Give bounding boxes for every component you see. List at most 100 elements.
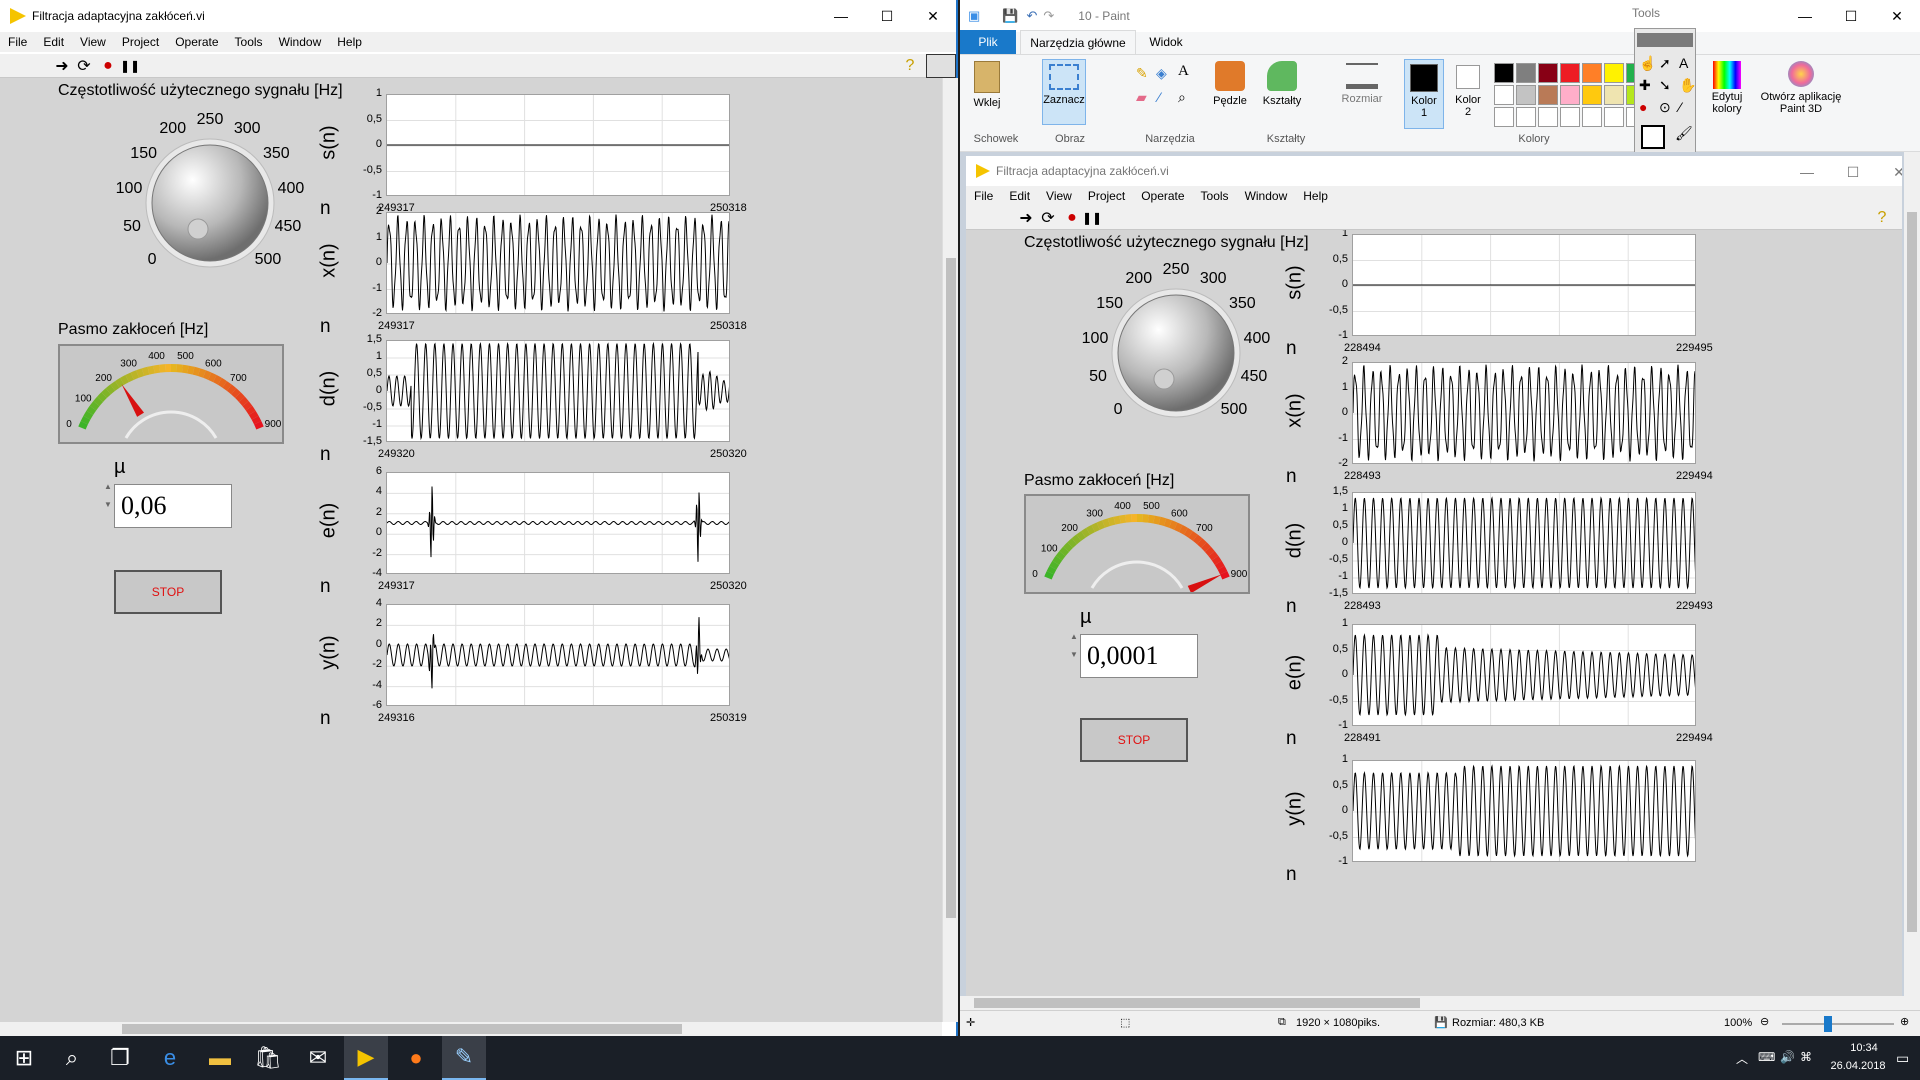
paste-button[interactable]: Wklej xyxy=(970,61,1004,121)
menu-window[interactable]: Window xyxy=(271,35,330,49)
breakpoint-icon[interactable]: ● xyxy=(1639,99,1647,115)
set-color-icon[interactable] xyxy=(1641,125,1665,149)
menu-help[interactable]: Help xyxy=(329,35,370,49)
scroll-hand-icon[interactable]: ✋ xyxy=(1679,77,1696,94)
run-continuously-icon[interactable]: ⟳ xyxy=(74,56,94,76)
mu-input[interactable]: 0,06 xyxy=(114,484,232,528)
palette-swatch[interactable] xyxy=(1494,63,1514,83)
stop-button[interactable]: STOP xyxy=(114,570,222,614)
paint-close-button[interactable]: ✕ xyxy=(1874,0,1920,32)
color-picker-icon[interactable]: ⁄ xyxy=(1158,89,1160,105)
palette-swatch[interactable] xyxy=(1494,85,1514,105)
firefox-icon[interactable]: ● xyxy=(394,1036,438,1080)
search-icon[interactable]: ⌕ xyxy=(50,1036,94,1080)
palette-swatch[interactable] xyxy=(1604,107,1624,127)
minimize-button[interactable]: — xyxy=(818,0,864,32)
paint3d-button[interactable]: Otwórz aplikację Paint 3D xyxy=(1756,59,1846,129)
shapes-button[interactable]: Kształty xyxy=(1260,59,1304,125)
canvas-horizontal-scrollbar[interactable] xyxy=(960,996,1904,1010)
palette-swatch[interactable] xyxy=(1582,107,1602,127)
zoom-slider[interactable] xyxy=(1782,1016,1894,1032)
clock-time[interactable]: 10:34 xyxy=(1834,1042,1894,1054)
network-icon[interactable]: ⌨ xyxy=(1758,1050,1775,1064)
palette-swatch[interactable] xyxy=(1560,107,1580,127)
palette-swatch[interactable] xyxy=(1538,63,1558,83)
shortcut-tool-icon[interactable]: ➘ xyxy=(1659,77,1671,94)
paint-minimize-button[interactable]: — xyxy=(1782,0,1828,32)
palette-swatch[interactable] xyxy=(1604,85,1624,105)
palette-swatch[interactable] xyxy=(1516,107,1536,127)
arrow-tool-icon[interactable]: ➚ xyxy=(1659,55,1671,72)
knob-graphic[interactable] xyxy=(110,108,310,298)
language-icon[interactable]: ⌘ xyxy=(1800,1050,1812,1064)
color1-button[interactable]: Kolor 1 xyxy=(1404,59,1444,129)
color2-button[interactable]: Kolor 2 xyxy=(1448,59,1488,129)
left-horizontal-scrollbar[interactable] xyxy=(0,1022,942,1036)
brush-tool-icon[interactable]: 🖌 xyxy=(1675,125,1693,142)
tray-chevron-icon[interactable]: ︿ xyxy=(1736,1050,1748,1067)
freq-knob[interactable]: 0 50 100 150 200 250 300 350 400 450 500 xyxy=(110,108,310,298)
tab-narzedzia-glowne[interactable]: Narzędzia główne xyxy=(1020,30,1136,54)
brushes-button[interactable]: Pędzle xyxy=(1208,59,1252,125)
canvas-vertical-scrollbar[interactable] xyxy=(1904,152,1920,1010)
palette-swatch[interactable] xyxy=(1560,63,1580,83)
notifications-icon[interactable]: ▭ xyxy=(1896,1050,1909,1067)
labview-taskbar-icon[interactable]: ▶ xyxy=(344,1036,388,1080)
fill-icon[interactable]: ◈ xyxy=(1156,65,1167,82)
edit-colors-button[interactable]: Edytuj kolory xyxy=(1706,59,1748,129)
wire-tool-icon[interactable]: ✚ xyxy=(1639,77,1651,94)
maximize-button[interactable]: ☐ xyxy=(864,0,910,32)
get-color-icon[interactable]: ⁄ xyxy=(1679,99,1681,115)
palette-swatch[interactable] xyxy=(1516,85,1536,105)
save-icon[interactable]: 💾 xyxy=(1002,8,1018,24)
paint-canvas[interactable]: Filtracja adaptacyjna zakłóceń.vi — ☐ ✕ … xyxy=(966,156,1902,996)
text-icon[interactable]: A xyxy=(1178,63,1189,80)
left-titlebar[interactable]: Filtracja adaptacyjna zakłóceń.vi — ☐ ✕ xyxy=(0,0,956,32)
select-button[interactable]: Zaznacz xyxy=(1042,59,1086,125)
clock-date[interactable]: 26.04.2018 xyxy=(1818,1060,1898,1072)
text-tool-icon[interactable]: A xyxy=(1679,55,1688,71)
context-help-icon[interactable]: ? xyxy=(900,56,920,76)
palette-swatch[interactable] xyxy=(1560,85,1580,105)
magnifier-icon[interactable]: ⌕ xyxy=(1178,89,1186,106)
pencil-icon[interactable]: ✎ xyxy=(1136,65,1148,82)
zoom-out-button[interactable]: ⊖ xyxy=(1760,1015,1769,1028)
start-windows-icon[interactable]: ⊞ xyxy=(2,1036,46,1080)
paint-taskbar-icon[interactable]: ✎ xyxy=(442,1036,486,1080)
menu-operate[interactable]: Operate xyxy=(167,35,226,49)
file-explorer-icon[interactable]: ▬ xyxy=(198,1036,242,1080)
task-view-icon[interactable]: ❐ xyxy=(98,1036,142,1080)
probe-icon[interactable]: ⊙ xyxy=(1659,99,1671,116)
run-arrow-icon[interactable]: ➜ xyxy=(52,56,72,76)
palette-swatch[interactable] xyxy=(1582,63,1602,83)
auto-tool-icon[interactable] xyxy=(1637,33,1693,47)
palette-swatch[interactable] xyxy=(1582,85,1602,105)
zoom-in-button[interactable]: ⊕ xyxy=(1900,1015,1909,1028)
palette-swatch[interactable] xyxy=(1538,107,1558,127)
store-icon[interactable]: 🛍 xyxy=(246,1036,290,1080)
undo-icon[interactable]: ↶ xyxy=(1026,8,1037,24)
menu-tools[interactable]: Tools xyxy=(227,35,271,49)
abort-icon[interactable]: ● xyxy=(98,56,118,76)
palette-swatch[interactable] xyxy=(1494,107,1514,127)
paint-maximize-button[interactable]: ☐ xyxy=(1828,0,1874,32)
size-button[interactable]: Rozmiar xyxy=(1340,59,1384,125)
paint-titlebar[interactable]: ▣ 💾 ↶ ↷ 10 - Paint Tools — ☐ ✕ xyxy=(960,0,1920,32)
close-button[interactable]: ✕ xyxy=(910,0,956,32)
eraser-icon[interactable]: ▰ xyxy=(1136,89,1147,106)
volume-icon[interactable]: 🔊 xyxy=(1780,1050,1795,1064)
edge-icon[interactable]: e xyxy=(148,1036,192,1080)
redo-icon[interactable]: ↷ xyxy=(1043,8,1054,24)
tab-plik[interactable]: Plik xyxy=(960,30,1016,54)
palette-swatch[interactable] xyxy=(1538,85,1558,105)
operate-hand-icon[interactable]: ☝ xyxy=(1639,55,1656,72)
tab-widok[interactable]: Widok xyxy=(1136,30,1196,54)
menu-file[interactable]: File xyxy=(0,35,35,49)
palette-swatch[interactable] xyxy=(1516,63,1536,83)
menu-project[interactable]: Project xyxy=(114,35,167,49)
menu-view[interactable]: View xyxy=(72,35,114,49)
mail-icon[interactable]: ✉ xyxy=(296,1036,340,1080)
palette-swatch[interactable] xyxy=(1604,63,1624,83)
menu-edit[interactable]: Edit xyxy=(35,35,72,49)
pause-icon[interactable]: ❚❚ xyxy=(120,56,140,76)
